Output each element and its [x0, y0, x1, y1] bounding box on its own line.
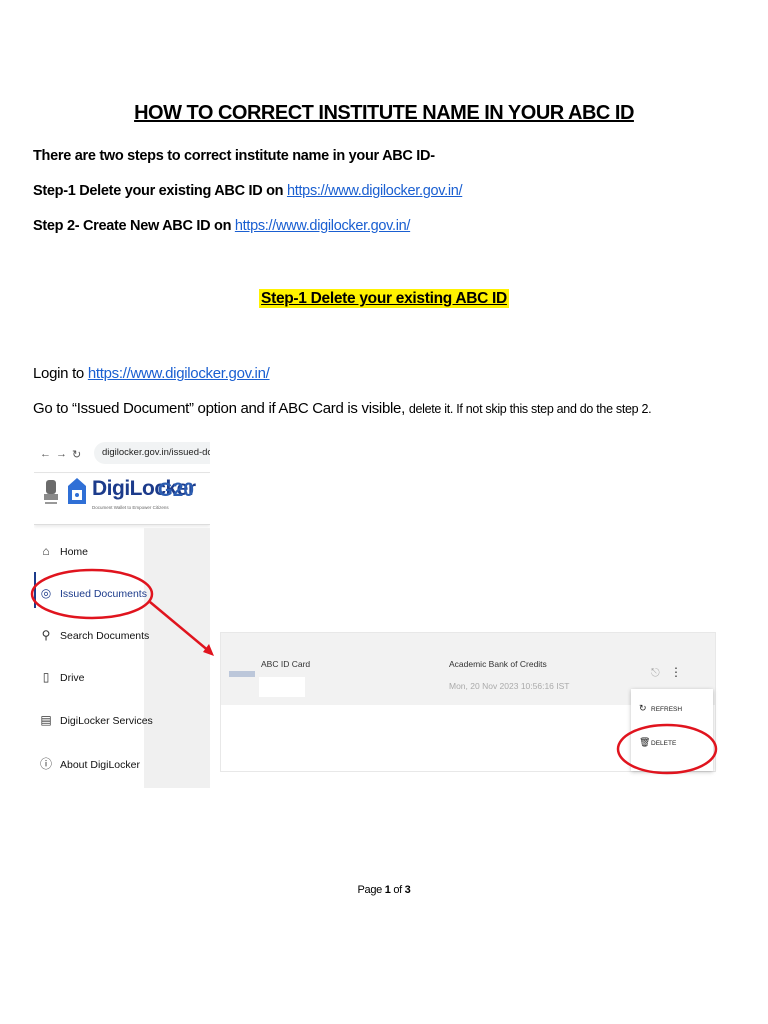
login-text: Login to: [33, 365, 88, 382]
login-line: Login to https://www.digilocker.gov.in/: [33, 365, 270, 382]
footer-prefix: Page: [357, 884, 385, 896]
search-icon: ⚲: [41, 628, 51, 642]
sidebar-item-search-documents[interactable]: ⚲ Search Documents: [38, 628, 150, 642]
sidebar-item-drive[interactable]: ▯ Drive: [38, 670, 85, 684]
sidebar-item-label: DigiLocker Services: [60, 715, 153, 727]
brand-tagline: Document Wallet to Empower Citizens: [92, 505, 169, 510]
info-icon: ⓘ: [39, 757, 52, 771]
sidebar-item-digilocker-services[interactable]: ▤ DigiLocker Services: [38, 713, 153, 727]
sidebar-item-issued-documents[interactable]: ◎ Issued Documents: [38, 586, 147, 600]
sidebar-item-label: Drive: [60, 672, 85, 684]
section-heading: Step-1 Delete your existing ABC ID: [259, 289, 509, 308]
address-url[interactable]: digilocker.gov.in/issued-documents: [94, 442, 210, 464]
sidebar-item-about-digilocker[interactable]: ⓘ About DigiLocker: [38, 755, 140, 772]
home-icon: ⌂: [42, 544, 50, 558]
reload-icon[interactable]: ↻: [72, 448, 81, 461]
badge-icon: ◎: [40, 586, 52, 600]
menu-item-label: DELETE: [651, 740, 677, 747]
forward-icon[interactable]: →: [56, 448, 67, 460]
footer-middle: of: [390, 884, 405, 896]
step2-line: Step 2- Create New ABC ID on https://www…: [33, 218, 410, 234]
issuer-logo: [229, 671, 255, 677]
services-icon: ▤: [40, 713, 52, 727]
instruction-line: Go to “Issued Document” option and if AB…: [33, 400, 652, 417]
issued-documents-screenshot: ABC ID Card Academic Bank of Credits Mon…: [220, 632, 716, 772]
issuer-name: Academic Bank of Credits: [449, 659, 547, 669]
intro-text: There are two steps to correct institute…: [33, 148, 435, 164]
options-dropdown: ↻ REFRESH 🗑DELETE: [631, 689, 713, 771]
g20-logo: G20: [158, 480, 194, 501]
login-link[interactable]: https://www.digilocker.gov.in/: [88, 365, 270, 382]
active-indicator: [34, 572, 36, 608]
emblem-icon: [44, 480, 58, 504]
section-heading-wrap: Step-1 Delete your existing ABC ID: [0, 289, 768, 308]
sidebar-item-home[interactable]: ⌂ Home: [38, 544, 88, 558]
menu-item-label: REFRESH: [651, 706, 683, 713]
trash-icon: 🗑: [639, 737, 651, 747]
footer-total-pages: 3: [404, 884, 411, 896]
instruction-part2: delete it. If not skip this step and do …: [408, 402, 652, 416]
instruction-part1: Go to “Issued Document” option and if AB…: [33, 400, 409, 417]
step2-link[interactable]: https://www.digilocker.gov.in/: [235, 218, 411, 234]
issued-date: Mon, 20 Nov 2023 10:56:16 IST: [449, 681, 570, 691]
browser-address-bar: ← → ↻ digilocker.gov.in/issued-documents: [34, 436, 210, 473]
redacted-field: [259, 677, 305, 697]
sidebar-screenshot: ← → ↻ digilocker.gov.in/issued-documents…: [34, 436, 210, 788]
download-icon[interactable]: ⎋: [651, 667, 660, 680]
sidebar-item-label: Home: [60, 546, 89, 558]
page-footer: Page 1 of 3: [0, 884, 768, 896]
drive-icon: ▯: [42, 670, 50, 684]
menu-item-delete[interactable]: 🗑DELETE: [639, 737, 676, 748]
page-title: HOW TO CORRECT INSTITUTE NAME IN YOUR AB…: [134, 102, 634, 124]
step1-link[interactable]: https://www.digilocker.gov.in/: [287, 183, 463, 199]
step1-text: Step-1 Delete your existing ABC ID on: [33, 183, 287, 199]
document-name: ABC ID Card: [261, 659, 311, 669]
sidebar-item-label: Issued Documents: [60, 588, 147, 600]
sidebar-gray-panel: [144, 528, 210, 788]
sidebar-item-label: Search Documents: [60, 630, 150, 642]
menu-item-refresh[interactable]: ↻ REFRESH: [639, 703, 682, 714]
sidebar-item-label: About DigiLocker: [60, 759, 140, 771]
back-icon[interactable]: ←: [40, 448, 51, 460]
step2-text: Step 2- Create New ABC ID on: [33, 218, 235, 234]
refresh-icon: ↻: [639, 703, 647, 713]
digilocker-logo-icon: [68, 478, 86, 504]
more-options-icon[interactable]: ⋮: [670, 665, 682, 679]
step1-line: Step-1 Delete your existing ABC ID on ht…: [33, 183, 463, 199]
